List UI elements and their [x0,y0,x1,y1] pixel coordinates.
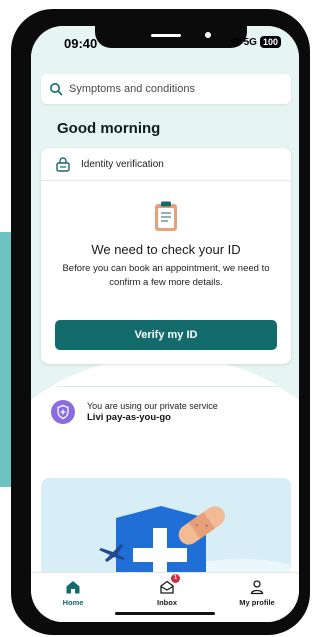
card-header-label: Identity verification [81,158,164,170]
tab-inbox[interactable]: 1 Inbox [137,574,197,607]
card-description: Before you can book an appointment, we n… [62,263,270,288]
home-icon [66,581,80,594]
tab-profile-label: My profile [239,598,275,607]
service-text: You are using our private service Livi p… [87,401,218,423]
inbox-icon-wrapper: 1 [159,574,180,595]
phone-notch [95,26,247,48]
notch-camera [205,32,211,38]
service-info: You are using our private service Livi p… [51,400,218,424]
wifi-icon [229,38,241,47]
service-plan-name: Livi pay-as-you-go [87,412,171,423]
search-input[interactable] [69,83,269,95]
app-screen: 09:40 5G 100 Good morning Identity verif… [31,26,299,622]
status-indicators: 5G 100 [229,36,281,48]
greeting-title: Good morning [57,120,161,137]
shield-plus-icon [51,400,75,424]
identity-verification-card: Identity verification We need to check y… [41,148,291,364]
network-label: 5G [243,36,257,48]
tab-inbox-label: Inbox [157,598,177,607]
tab-home-label: Home [62,598,84,607]
card-header: Identity verification [41,148,291,181]
clipboard-icon [155,201,177,231]
search-icon [50,83,63,96]
verify-id-button[interactable]: Verify my ID [55,320,277,350]
profile-icon [250,580,264,595]
tab-profile[interactable]: My profile [227,579,287,607]
service-description: You are using our private service [87,401,218,411]
status-time: 09:40 [64,36,98,51]
battery-level: 100 [259,36,281,48]
search-bar[interactable] [41,74,291,104]
notch-speaker [151,34,181,37]
lock-icon [56,157,70,172]
tab-home[interactable]: Home [43,579,103,607]
inbox-badge: 1 [171,574,180,583]
home-indicator [115,612,215,615]
section-divider [57,386,279,387]
card-title: We need to check your ID [91,242,241,257]
